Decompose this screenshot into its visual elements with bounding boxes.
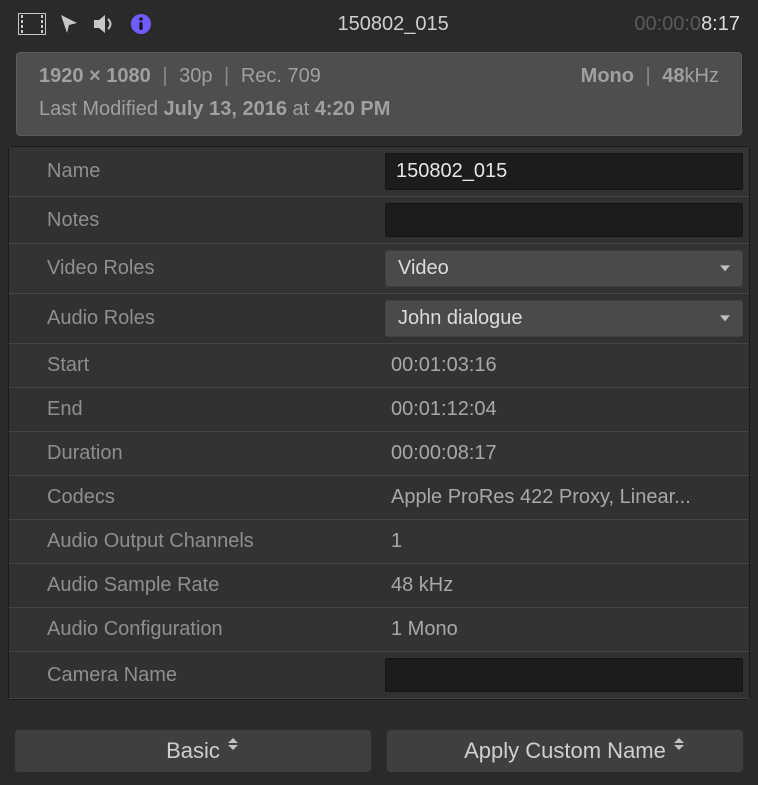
audio-roles-value: John dialogue xyxy=(398,307,523,329)
metadata-view-label: Basic xyxy=(166,738,220,763)
format-summary: 1920 × 1080 | 30p | Rec. 709 Mono | 48kH… xyxy=(16,52,742,136)
video-format-summary: 1920 × 1080 | 30p | Rec. 709 xyxy=(39,65,321,88)
camera-name-input[interactable] xyxy=(385,658,743,692)
duration-value[interactable]: 00:00:08:17 xyxy=(385,438,743,469)
video-roles-label: Video Roles xyxy=(9,247,379,290)
codecs-value: Apple ProRes 422 Proxy, Linear... xyxy=(385,482,743,513)
inspector-tabs xyxy=(18,13,152,35)
name-row: Name xyxy=(9,147,749,197)
resolution-text: 1920 × 1080 xyxy=(39,65,151,87)
audio-channels-text: Mono xyxy=(581,65,634,87)
video-roles-value: Video xyxy=(398,257,449,279)
duration-label: Duration xyxy=(9,432,379,475)
audio-configuration-row: Audio Configuration 1 Mono xyxy=(9,608,749,652)
timecode-dim: 00:00:0 xyxy=(634,13,701,35)
timecode-display: 00:00:08:17 xyxy=(634,13,740,36)
timecode-bright: 8:17 xyxy=(701,13,740,35)
audio-khz-text: 48 xyxy=(662,65,684,87)
start-value[interactable]: 00:01:03:16 xyxy=(385,350,743,381)
audio-roles-select[interactable]: John dialogue xyxy=(385,300,743,337)
cursor-icon[interactable] xyxy=(58,13,80,35)
end-value[interactable]: 00:01:12:04 xyxy=(385,394,743,425)
speaker-icon[interactable] xyxy=(92,13,118,35)
name-input[interactable] xyxy=(385,153,743,190)
audio-format-summary: Mono | 48kHz xyxy=(581,65,719,88)
codecs-row: Codecs Apple ProRes 422 Proxy, Linear... xyxy=(9,476,749,520)
audio-sample-rate-label: Audio Sample Rate xyxy=(9,564,379,607)
info-icon[interactable] xyxy=(130,13,152,35)
start-label: Start xyxy=(9,344,379,387)
start-row: Start 00:01:03:16 xyxy=(9,344,749,388)
audio-sample-rate-value: 48 kHz xyxy=(385,570,743,601)
duration-row: Duration 00:00:08:17 xyxy=(9,432,749,476)
filmstrip-icon[interactable] xyxy=(18,13,46,35)
name-label: Name xyxy=(9,150,379,193)
audio-output-channels-row: Audio Output Channels 1 xyxy=(9,520,749,564)
chevron-up-down-icon xyxy=(228,738,238,750)
end-row: End 00:01:12:04 xyxy=(9,388,749,432)
audio-configuration-label: Audio Configuration xyxy=(9,608,379,651)
audio-output-channels-label: Audio Output Channels xyxy=(9,520,379,563)
audio-configuration-value: 1 Mono xyxy=(385,614,743,645)
audio-roles-row: Audio Roles John dialogue xyxy=(9,294,749,344)
last-modified-text: Last Modified July 13, 2016 at 4:20 PM xyxy=(39,98,719,121)
framerate-text: 30p xyxy=(179,65,212,87)
audio-sample-rate-row: Audio Sample Rate 48 kHz xyxy=(9,564,749,608)
camera-name-row: Camera Name xyxy=(9,652,749,699)
inspector-header: 150802_015 00:00:08:17 xyxy=(0,0,758,48)
codecs-label: Codecs xyxy=(9,476,379,519)
inspector-footer: Basic Apply Custom Name xyxy=(0,717,758,785)
clip-title: 150802_015 xyxy=(166,13,620,36)
notes-row: Notes xyxy=(9,197,749,244)
end-label: End xyxy=(9,388,379,431)
video-roles-row: Video Roles Video xyxy=(9,244,749,294)
apply-custom-name-select[interactable]: Apply Custom Name xyxy=(386,729,744,773)
chevron-up-down-icon xyxy=(674,738,684,750)
inspector-panel: Name Notes Video Roles Video Audio Roles… xyxy=(8,146,750,700)
metadata-view-select[interactable]: Basic xyxy=(14,729,372,773)
apply-custom-name-label: Apply Custom Name xyxy=(464,738,666,763)
video-roles-select[interactable]: Video xyxy=(385,250,743,287)
audio-output-channels-value: 1 xyxy=(385,526,743,557)
notes-label: Notes xyxy=(9,199,379,242)
camera-name-label: Camera Name xyxy=(9,654,379,697)
colorspace-text: Rec. 709 xyxy=(241,65,321,87)
audio-khz-suffix: kHz xyxy=(685,65,719,87)
audio-roles-label: Audio Roles xyxy=(9,297,379,340)
notes-input[interactable] xyxy=(385,203,743,237)
